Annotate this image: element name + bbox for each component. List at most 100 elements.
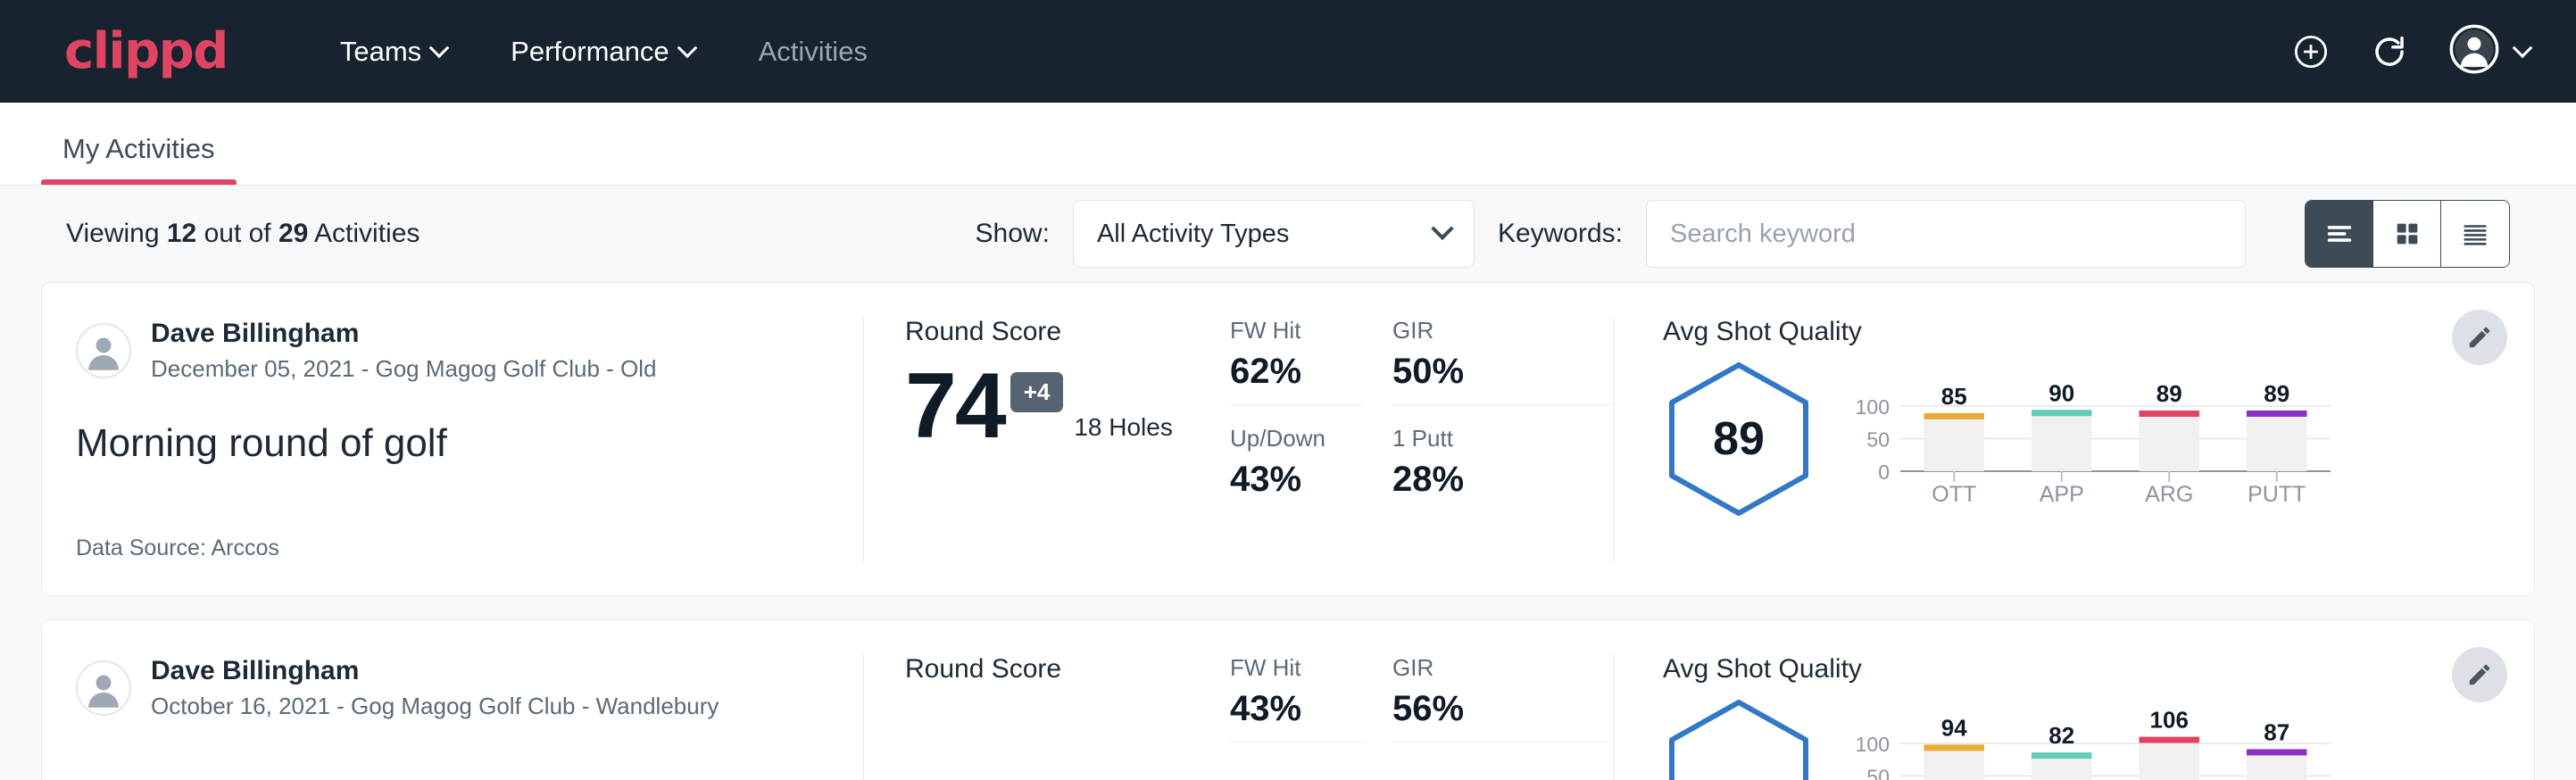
svg-text:89: 89 [2264, 379, 2289, 406]
user-menu[interactable] [2449, 24, 2530, 79]
chevron-down-icon [677, 37, 697, 58]
stat-gir: GIR 50% [1392, 317, 1614, 405]
round-score-section: Round Score 74 +4 18 Holes [864, 283, 1221, 595]
viewing-prefix: Viewing [66, 219, 167, 248]
quality-score-value [1663, 697, 1815, 780]
stat-value: 43% [1230, 689, 1364, 729]
nav-item-performance[interactable]: Performance [478, 25, 726, 79]
show-label: Show: [976, 219, 1050, 249]
stat-value: 50% [1392, 352, 1614, 392]
edit-activity-button[interactable] [2452, 310, 2507, 365]
round-score-row [905, 697, 1221, 708]
tab-bar: My Activities [0, 103, 2576, 186]
avg-shot-quality-body: 05010094OTT82APP106ARG87PUTT [1663, 697, 2513, 780]
activity-info: Dave Billingham December 05, 2021 - Gog … [42, 283, 863, 595]
svg-text:ARG: ARG [2145, 482, 2193, 507]
view-mode-grid[interactable] [2373, 201, 2441, 267]
avatar [76, 323, 131, 378]
svg-text:82: 82 [2048, 722, 2074, 749]
round-score-section: Round Score [864, 620, 1221, 780]
activity-user-name: Dave Billingham [151, 654, 719, 688]
chevron-down-icon [2513, 37, 2533, 58]
avg-shot-quality-section: Avg Shot Quality 89 05010085OTT90APP89AR… [1615, 283, 2534, 595]
viewing-suffix: Activities [308, 219, 420, 248]
svg-text:50: 50 [1866, 765, 1890, 780]
round-score-label: Round Score [905, 317, 1221, 347]
round-score-label: Round Score [905, 654, 1221, 685]
keywords-label: Keywords: [1498, 219, 1623, 249]
view-mode-list[interactable] [2306, 201, 2373, 267]
activity-meta: October 16, 2021 - Gog Magog Golf Club -… [151, 692, 719, 722]
stat-value: 28% [1392, 460, 1614, 500]
stat-key: 1 Putt [1392, 425, 1614, 452]
svg-text:85: 85 [1941, 382, 1967, 409]
stat-key: FW Hit [1230, 654, 1364, 682]
activity-data-source: Data Source: Arccos [76, 535, 279, 561]
search-input[interactable] [1646, 200, 2246, 268]
stat-value: 43% [1230, 460, 1364, 500]
nav-item-activities-label: Activities [759, 36, 868, 68]
svg-text:89: 89 [2156, 379, 2182, 406]
quality-score-value: 89 [1663, 360, 1815, 519]
quality-hexagon: 89 [1663, 360, 1815, 519]
stats-grid: FW Hit 43% GIR 56% [1230, 654, 1614, 780]
filter-bar: Viewing 12 out of 29 Activities Show: Al… [41, 186, 2535, 282]
round-score-row: 74 +4 18 Holes [905, 360, 1221, 452]
clippd-logo[interactable]: clippd [64, 27, 228, 77]
view-mode-toggle [2305, 200, 2510, 268]
stat-key: Up/Down [1230, 425, 1364, 452]
svg-text:90: 90 [2048, 379, 2074, 406]
stat-up-down: Up/Down 43% [1230, 425, 1364, 512]
activity-card[interactable]: Dave Billingham December 05, 2021 - Gog … [41, 282, 2535, 596]
refresh-icon[interactable] [2371, 33, 2408, 71]
activity-info: Dave Billingham October 16, 2021 - Gog M… [42, 620, 863, 780]
viewing-mid: out of [196, 219, 278, 248]
activity-meta: December 05, 2021 - Gog Magog Golf Club … [151, 354, 657, 385]
stat-key: FW Hit [1230, 317, 1364, 344]
svg-text:100: 100 [1856, 732, 1890, 755]
stat-key: GIR [1392, 654, 1614, 682]
filter-controls: Show: All Activity Types Keywords: [976, 200, 2510, 268]
user-avatar-icon [2449, 24, 2499, 79]
primary-nav: Teams Performance Activities [308, 25, 900, 79]
chevron-down-icon [1431, 218, 1453, 240]
svg-text:106: 106 [2150, 706, 2189, 733]
activity-title: Morning round of golf [76, 421, 842, 466]
stats-section: FW Hit 62% GIR 50% Up/Down 43% 1 Putt 28… [1221, 283, 1614, 595]
svg-text:50: 50 [1866, 427, 1890, 451]
stats-grid: FW Hit 62% GIR 50% Up/Down 43% 1 Putt 28… [1230, 317, 1614, 512]
nav-item-teams[interactable]: Teams [308, 25, 478, 79]
stat-gir: GIR 56% [1392, 654, 1614, 743]
nav-item-activities[interactable]: Activities [727, 25, 900, 79]
viewing-summary: Viewing 12 out of 29 Activities [66, 219, 420, 249]
stat-value: 62% [1230, 352, 1364, 392]
top-navbar: clippd Teams Performance Activities [0, 0, 2576, 103]
plus-circle-icon[interactable] [2292, 33, 2330, 71]
stats-section: FW Hit 43% GIR 56% [1221, 620, 1614, 780]
stat-one-putt: 1 Putt 28% [1392, 425, 1614, 512]
user-row: Dave Billingham October 16, 2021 - Gog M… [76, 654, 842, 721]
nav-item-teams-label: Teams [340, 36, 421, 68]
stat-up-down [1230, 762, 1364, 780]
activity-type-select[interactable]: All Activity Types [1073, 200, 1475, 268]
svg-text:100: 100 [1856, 394, 1890, 418]
avg-shot-quality-label: Avg Shot Quality [1663, 317, 2513, 347]
activity-card[interactable]: Dave Billingham October 16, 2021 - Gog M… [41, 619, 2535, 780]
avg-shot-quality-label: Avg Shot Quality [1663, 654, 2513, 685]
svg-text:OTT: OTT [1932, 482, 1976, 507]
navbar-actions [2292, 24, 2530, 79]
chevron-down-icon [429, 37, 450, 58]
activity-user-name: Dave Billingham [151, 317, 657, 351]
avatar [76, 660, 131, 716]
svg-text:94: 94 [1941, 714, 1967, 741]
tab-my-activities[interactable]: My Activities [41, 133, 237, 185]
svg-text:87: 87 [2264, 718, 2289, 745]
edit-activity-button[interactable] [2452, 647, 2507, 702]
view-mode-compact[interactable] [2441, 201, 2509, 267]
nav-item-performance-label: Performance [511, 36, 669, 68]
svg-text:PUTT: PUTT [2248, 482, 2306, 507]
holes-label: 18 Holes [1074, 413, 1173, 442]
stat-value: 56% [1392, 689, 1614, 729]
shot-quality-chart: 05010085OTT90APP89ARG89PUTT [1838, 366, 2338, 513]
stat-key: GIR [1392, 317, 1614, 344]
